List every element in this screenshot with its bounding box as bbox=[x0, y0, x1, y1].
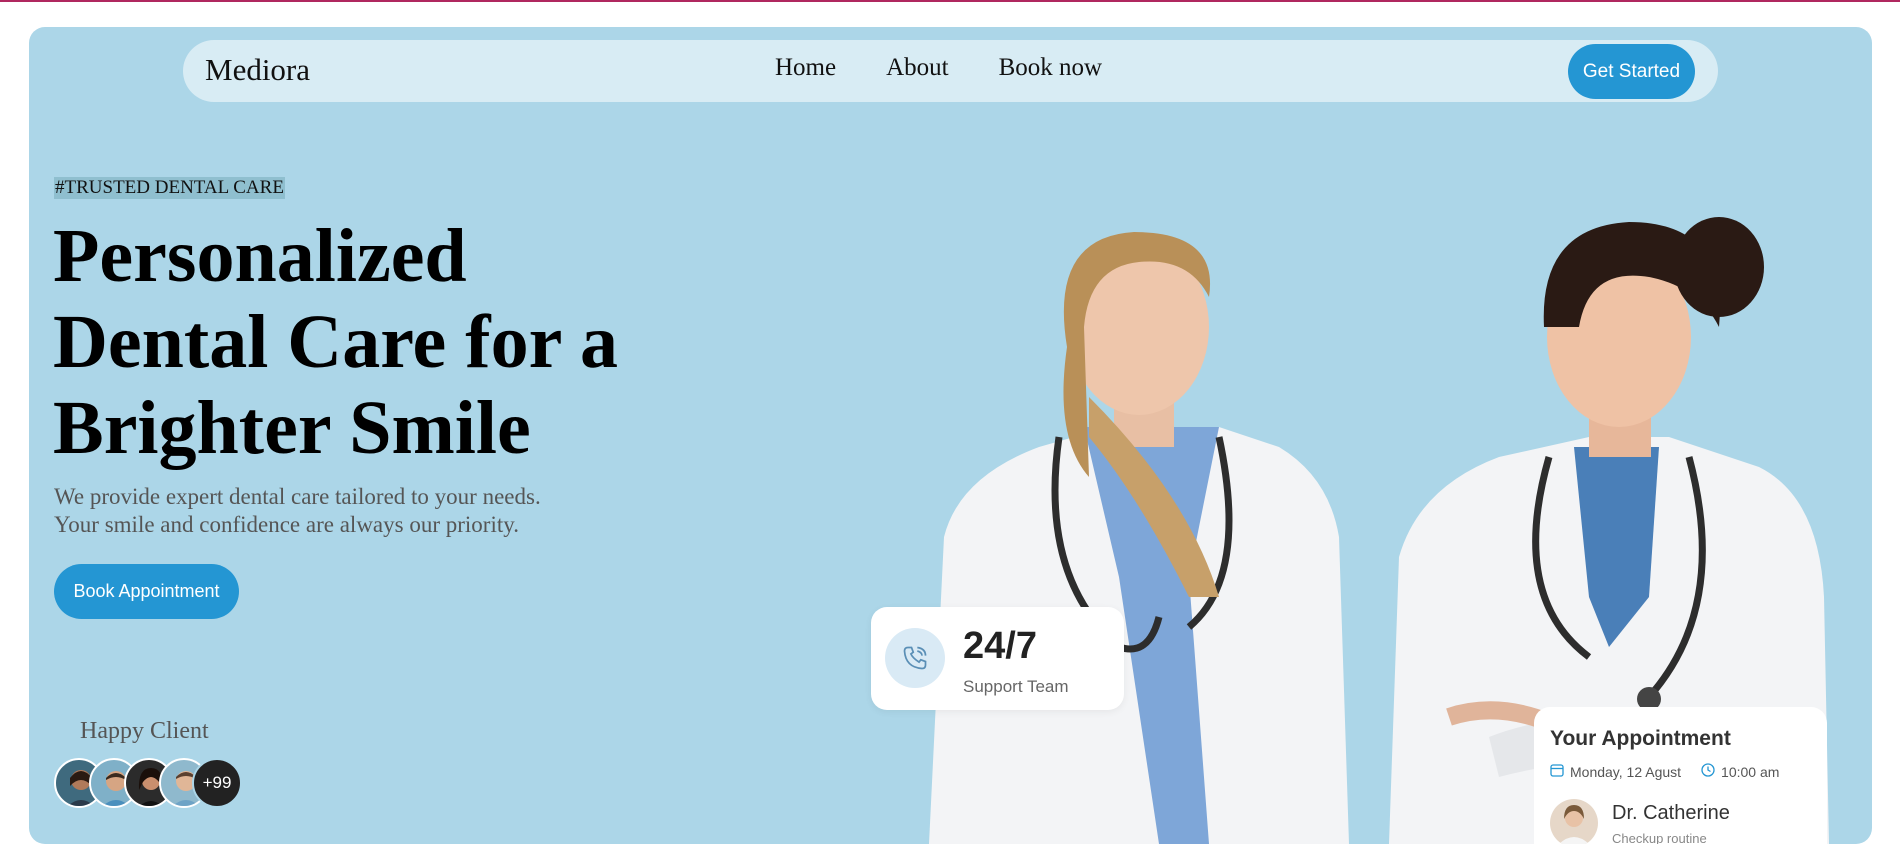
top-border bbox=[0, 0, 1900, 2]
support-hours: 24/7 bbox=[963, 625, 1037, 667]
hero-subtext-line1: We provide expert dental care tailored t… bbox=[54, 484, 541, 509]
hero-tag: #TRUSTED DENTAL CARE bbox=[54, 177, 285, 199]
nav-link-book-now[interactable]: Book now bbox=[999, 54, 1102, 82]
appointment-datetime: Monday, 12 Agust 10:00 am bbox=[1550, 763, 1779, 780]
support-card: 24/7 Support Team bbox=[871, 607, 1124, 710]
more-clients-badge: +99 bbox=[192, 758, 242, 808]
nav-link-about[interactable]: About bbox=[886, 54, 949, 82]
hero-headline: Personalized Dental Care for a Brighter … bbox=[53, 214, 618, 470]
doctor-name: Dr. Catherine bbox=[1612, 802, 1730, 824]
navbar: Mediora Home About Book now Get Started bbox=[183, 40, 1718, 102]
client-avatars: +99 bbox=[54, 758, 254, 808]
hero-subtext: We provide expert dental care tailored t… bbox=[54, 483, 694, 539]
book-appointment-button[interactable]: Book Appointment bbox=[54, 564, 239, 619]
hero-subtext-line2: Your smile and confidence are always our… bbox=[54, 512, 519, 537]
hero-section: Mediora Home About Book now Get Started … bbox=[29, 27, 1872, 844]
appointment-card: Your Appointment Monday, 12 Agust 10:00 … bbox=[1534, 707, 1827, 844]
get-started-button[interactable]: Get Started bbox=[1568, 44, 1695, 99]
phone-icon bbox=[885, 628, 945, 688]
support-label: Support Team bbox=[963, 677, 1069, 696]
brand-logo[interactable]: Mediora bbox=[205, 52, 310, 88]
appointment-title: Your Appointment bbox=[1550, 727, 1731, 750]
doctor-avatar bbox=[1550, 799, 1598, 844]
calendar-icon bbox=[1550, 763, 1564, 780]
nav-links: Home About Book now bbox=[775, 54, 1152, 82]
happy-client-label: Happy Client bbox=[80, 718, 209, 744]
appointment-note: Checkup routine bbox=[1612, 831, 1707, 844]
appointment-date: Monday, 12 Agust bbox=[1570, 763, 1682, 780]
nav-link-home[interactable]: Home bbox=[775, 54, 836, 82]
appointment-time: 10:00 am bbox=[1721, 763, 1780, 780]
clock-icon bbox=[1701, 763, 1715, 780]
